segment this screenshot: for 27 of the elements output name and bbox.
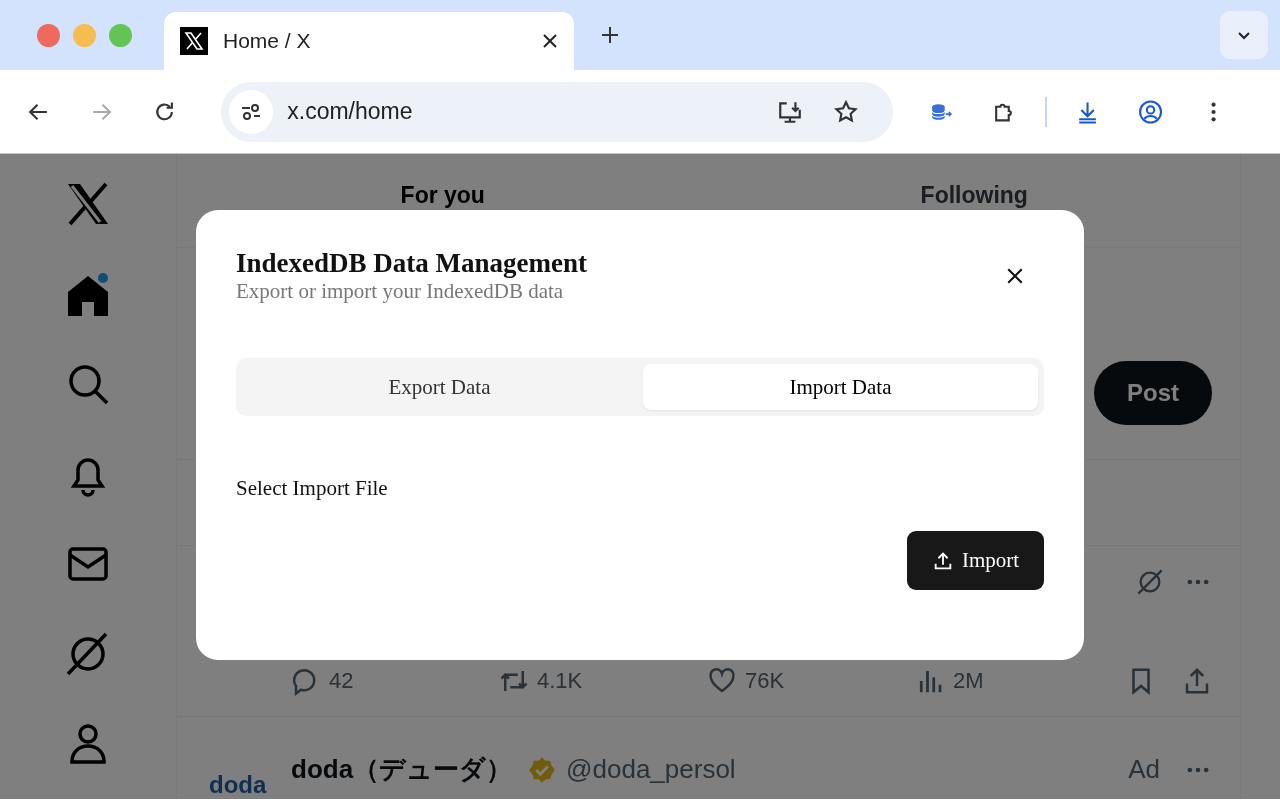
browser-tab[interactable]: Home / X (164, 12, 574, 70)
x-logo-icon (180, 27, 208, 55)
field-label: Select Import File (236, 476, 389, 501)
close-icon[interactable] (1006, 267, 1024, 285)
advertiser-logo: doda (209, 771, 268, 799)
import-button[interactable]: Import (907, 531, 1044, 590)
dialog-tab[interactable]: Import Data (643, 364, 1038, 410)
new-tab-icon[interactable] (600, 25, 620, 45)
verified-badge-icon (528, 756, 557, 784)
advertiser-name[interactable]: doda（デューダ） (291, 752, 513, 788)
slashed-circle-icon[interactable] (1136, 567, 1164, 596)
like-button[interactable]: 76K (707, 665, 915, 696)
advertiser-handle[interactable]: @doda_persol (566, 754, 736, 786)
dialog-title: IndexedDB Data Management (236, 248, 587, 279)
profile-icon[interactable] (1137, 98, 1163, 125)
dialog-subtitle: Export or import your IndexedDB data (236, 279, 565, 304)
close-tab-icon[interactable] (542, 33, 558, 49)
url-text: x.com/home (287, 98, 414, 125)
post-button[interactable]: Post (1094, 361, 1212, 426)
ad-label: Ad (1128, 754, 1160, 786)
repost-button[interactable]: 4.1K (499, 665, 707, 696)
feed-tab[interactable]: For you (177, 182, 709, 208)
bookmark-star-icon[interactable] (832, 98, 859, 125)
address-bar[interactable]: x.com/home (221, 81, 893, 142)
views-button[interactable]: 2M (915, 665, 1123, 696)
feed-tab[interactable]: Following (708, 182, 1240, 208)
reply-button[interactable]: 42 (291, 665, 499, 696)
